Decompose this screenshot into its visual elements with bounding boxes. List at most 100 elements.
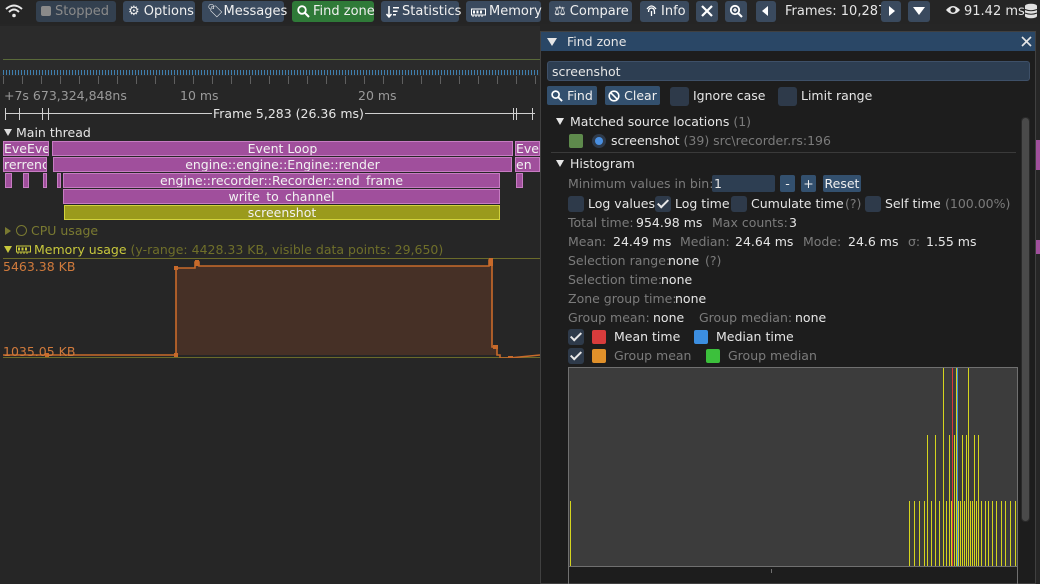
statistics-button[interactable]: Statistics [381, 1, 461, 22]
histogram-collapse-arrow-icon[interactable] [556, 160, 564, 167]
memory-plot[interactable]: 5463.38 KB 1035.05 KB [3, 258, 540, 359]
log-time-checkbox[interactable] [655, 196, 671, 212]
match-entry[interactable]: screenshot (39) src\recorder.rs:196 [611, 133, 831, 148]
zone-small-left-3[interactable] [43, 173, 47, 188]
limit-range-checkbox[interactable] [778, 87, 797, 106]
histogram-bar [946, 501, 947, 566]
options-button[interactable]: ⚙ Options [123, 1, 195, 22]
zone-small-left-2[interactable] [23, 173, 29, 188]
group-median-legend-label: Group median [728, 348, 817, 363]
zone-event-loop-left[interactable]: EveEver [3, 141, 49, 156]
memory-usage-header[interactable]: Memory usage (y-range: 4428.33 KB, visib… [4, 242, 443, 257]
zone-small-left-4[interactable] [57, 173, 61, 188]
histogram-bar [976, 501, 977, 566]
scrollbar-thumb[interactable] [1022, 118, 1029, 521]
close-icon[interactable] [1021, 36, 1032, 47]
min-values-input[interactable] [712, 175, 775, 192]
frame-range[interactable]: Frame 5,283 (26.36 ms) [3, 106, 540, 121]
cumulate-help[interactable]: (?) [845, 196, 861, 211]
min-values-label: Minimum values in bin: [568, 176, 714, 191]
frames-dropdown-button[interactable] [908, 1, 930, 22]
collapse-arrow-icon[interactable] [547, 38, 557, 46]
histogram-bar [972, 501, 973, 566]
find-button[interactable]: Find [547, 86, 597, 105]
histogram-bar [914, 501, 915, 566]
timeline-view[interactable]: +7s 673,324,848ns 10 ms 20 ms Frame 5,28… [0, 24, 540, 584]
zone-engine-render[interactable]: engine::engine::Engine::render [53, 157, 512, 172]
group-mean-legend-label: Group mean [614, 348, 692, 363]
wifi-icon[interactable] [2, 1, 28, 22]
matched-collapse-arrow-icon[interactable] [556, 118, 564, 125]
histogram-plot[interactable] [568, 367, 1018, 567]
find-zone-window[interactable]: Find zone Find Clear Ignore case Limit r… [540, 31, 1036, 584]
increment-button[interactable]: + [801, 175, 816, 192]
info-button[interactable]: Info [640, 1, 689, 22]
cpu-gauge-icon [16, 225, 27, 236]
zone-small-left-1[interactable] [5, 173, 12, 188]
zone-small-right[interactable] [516, 173, 523, 188]
mean-time-swatch [592, 330, 606, 344]
histogram-bar [951, 501, 952, 566]
histogram-bar [924, 501, 925, 566]
self-time-checkbox[interactable] [865, 196, 881, 212]
log-values-checkbox[interactable] [568, 196, 584, 212]
gear-icon: ⚙ [128, 4, 140, 19]
total-time-label: Total time: [568, 215, 634, 230]
sigma-label: σ: [908, 234, 921, 249]
selection-time-label: Selection time: [568, 272, 663, 287]
cpu-usage-header[interactable]: CPU usage [5, 223, 98, 238]
matched-header[interactable]: Matched source locations (1) [570, 114, 751, 129]
cumulate-time-checkbox[interactable] [731, 196, 747, 212]
stop-icon [41, 6, 51, 16]
selection-range-value: none [668, 253, 700, 268]
find-zone-button[interactable]: Find zone [292, 1, 375, 22]
histogram-bar [988, 501, 989, 566]
right-edge-strip [1036, 140, 1040, 170]
frame-time: 91.42 ms [964, 4, 1025, 19]
tools-icon[interactable] [696, 1, 718, 22]
ignore-case-checkbox[interactable] [670, 87, 689, 106]
median-time-swatch [694, 330, 708, 344]
messages-button[interactable]: 🏷Messages [202, 1, 287, 22]
mean-label: Mean: [568, 234, 607, 249]
stopped-button[interactable]: Stopped [36, 1, 116, 22]
caret-down-icon [913, 7, 925, 15]
prev-frame-button[interactable] [756, 1, 776, 22]
zone-event-loop[interactable]: Event Loop [52, 141, 513, 156]
match-radio[interactable] [592, 134, 606, 148]
zone-event-loop-right[interactable]: EveE [515, 141, 540, 156]
next-frame-button[interactable] [881, 1, 901, 22]
zone-render-right[interactable]: en [515, 157, 540, 172]
target-line [3, 59, 540, 60]
zone-group-time-label: Zone group time: [568, 291, 677, 306]
zoom-icon[interactable] [725, 1, 747, 22]
zone-screenshot[interactable]: screenshot [64, 205, 500, 220]
main-thread-header[interactable]: Main thread [4, 125, 91, 141]
zone-render-left[interactable]: rerrend [3, 157, 47, 172]
group-stats-toggle[interactable] [568, 348, 584, 364]
self-time-label: Self time [885, 196, 941, 211]
frames-overview[interactable] [0, 26, 540, 76]
mean-time-toggle[interactable] [568, 329, 584, 345]
find-zone-titlebar[interactable]: Find zone [541, 32, 1035, 51]
reset-button[interactable]: Reset [823, 175, 861, 192]
histogram-bar [985, 501, 986, 566]
decrement-button[interactable]: - [780, 175, 795, 192]
memory-button[interactable]: Memory [466, 1, 542, 22]
database-icon[interactable] [1024, 3, 1038, 22]
zone-write-to-channel[interactable]: write_to_channel [63, 189, 500, 204]
group-median-swatch [706, 349, 720, 363]
selection-help[interactable]: (?) [705, 253, 721, 268]
expand-arrow-icon [5, 227, 11, 235]
mean-line [952, 368, 953, 566]
clear-button[interactable]: Clear [605, 86, 660, 105]
max-counts-label: Max counts: [712, 215, 788, 230]
histogram-header[interactable]: Histogram [570, 156, 635, 171]
collapse-arrow-icon [4, 246, 12, 253]
search-input[interactable] [547, 61, 1030, 81]
median-time-label: Median time [716, 329, 794, 344]
panel-scrollbar[interactable] [1021, 117, 1030, 522]
compare-button[interactable]: ⚖ Compare [549, 1, 632, 22]
histogram-bar [966, 435, 967, 566]
zone-end-frame[interactable]: engine::recorder::Recorder::end_frame [63, 173, 500, 188]
